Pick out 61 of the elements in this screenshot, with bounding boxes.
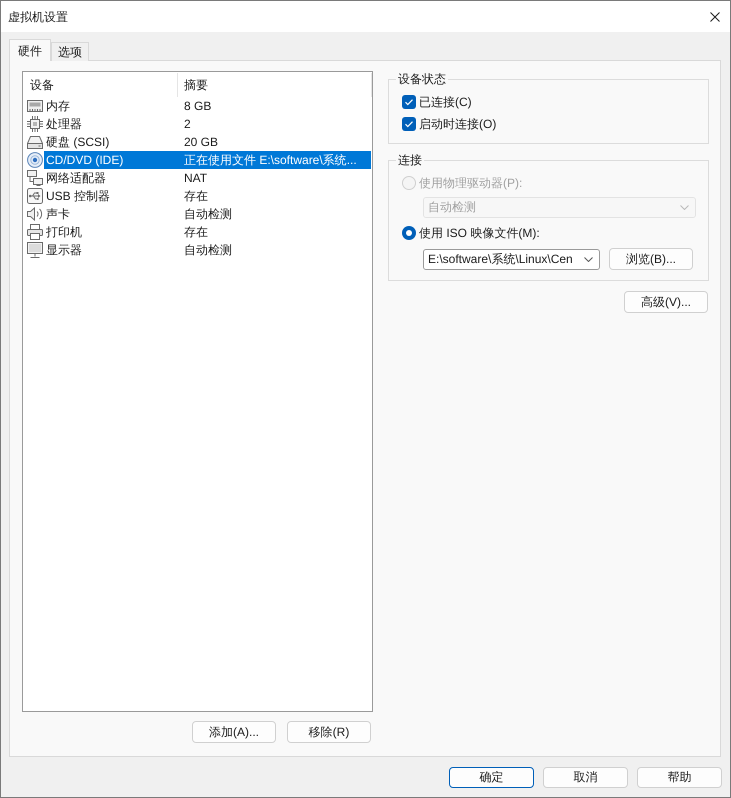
device-name: 内存 (45, 98, 71, 115)
device-name: 网络适配器 (45, 170, 107, 187)
drive-icon (27, 134, 43, 150)
device-summary: 8 GB (184, 98, 212, 115)
device-summary: 自动检测 (184, 206, 233, 223)
device-name: CD/DVD (IDE) (45, 152, 124, 169)
checkbox-label: 启动时连接(O) (419, 116, 496, 133)
device-summary: 存在 (184, 224, 209, 241)
device-row[interactable]: USB 控制器 存在 (44, 187, 371, 205)
device-name: 硬盘 (SCSI) (45, 134, 110, 151)
device-summary: 自动检测 (184, 242, 233, 259)
checkbox[interactable] (402, 117, 416, 131)
device-name: USB 控制器 (45, 188, 112, 205)
device-summary: 正在使用文件 E:\software\系统... (184, 152, 358, 169)
advanced-button[interactable]: 高级(V)... (624, 291, 708, 313)
usb-icon (27, 188, 43, 204)
monitor-icon (27, 242, 43, 258)
printer-icon (27, 224, 43, 240)
checkbox-label: 已连接(C) (419, 94, 472, 111)
device-row[interactable]: CD/DVD (IDE) 正在使用文件 E:\software\系统... (44, 151, 371, 169)
device-row[interactable]: 硬盘 (SCSI) 20 GB (44, 133, 371, 151)
list-button[interactable]: 移除(R) (287, 721, 371, 743)
column-header[interactable]: 摘要 (178, 73, 372, 97)
close-icon[interactable] (710, 12, 720, 22)
window-title: 虚拟机设置 (8, 8, 68, 24)
device-row[interactable]: 声卡 自动检测 (44, 205, 371, 223)
device-summary: 2 (184, 116, 192, 133)
tab[interactable]: 选项 (51, 42, 89, 61)
radio-label: 使用 ISO 映像文件(M): (419, 225, 540, 242)
device-summary: NAT (184, 170, 208, 187)
dialog-button[interactable]: 确定 (449, 767, 534, 788)
group-title: 连接 (397, 152, 423, 168)
network-icon (27, 170, 43, 186)
dialog-button[interactable]: 取消 (543, 767, 628, 788)
device-name: 处理器 (45, 116, 83, 133)
device-row[interactable]: 内存 8 GB (44, 97, 371, 115)
tab[interactable]: 硬件 (9, 39, 51, 61)
caret-icon (680, 205, 689, 210)
device-row[interactable]: 打印机 存在 (44, 223, 371, 241)
checkbox[interactable] (402, 95, 416, 109)
radio-button[interactable] (402, 226, 416, 240)
column-header[interactable]: 设备 (23, 73, 178, 97)
list-button[interactable]: 添加(A)... (192, 721, 276, 743)
iso-path-combobox[interactable]: E:\software\系统\Linux\Cen (423, 248, 600, 270)
device-name: 打印机 (45, 224, 83, 241)
device-row[interactable]: 网络适配器 NAT (44, 169, 371, 187)
radio-label: 使用物理驱动器(P): (419, 175, 522, 192)
device-summary: 20 GB (184, 134, 220, 151)
memory-icon (27, 98, 43, 114)
browse-button[interactable]: 浏览(B)... (609, 248, 693, 270)
device-name: 显示器 (45, 242, 83, 259)
speaker-icon (27, 206, 43, 222)
caret-icon (584, 256, 593, 262)
disc-icon (27, 152, 43, 168)
device-summary: 存在 (184, 188, 209, 205)
group-title: 设备状态 (397, 71, 447, 87)
device-row[interactable]: 处理器 2 (44, 115, 371, 133)
device-name: 声卡 (45, 206, 71, 223)
dialog-button[interactable]: 帮助 (637, 767, 722, 788)
chip-icon (27, 116, 43, 132)
device-row[interactable]: 显示器 自动检测 (44, 241, 371, 259)
